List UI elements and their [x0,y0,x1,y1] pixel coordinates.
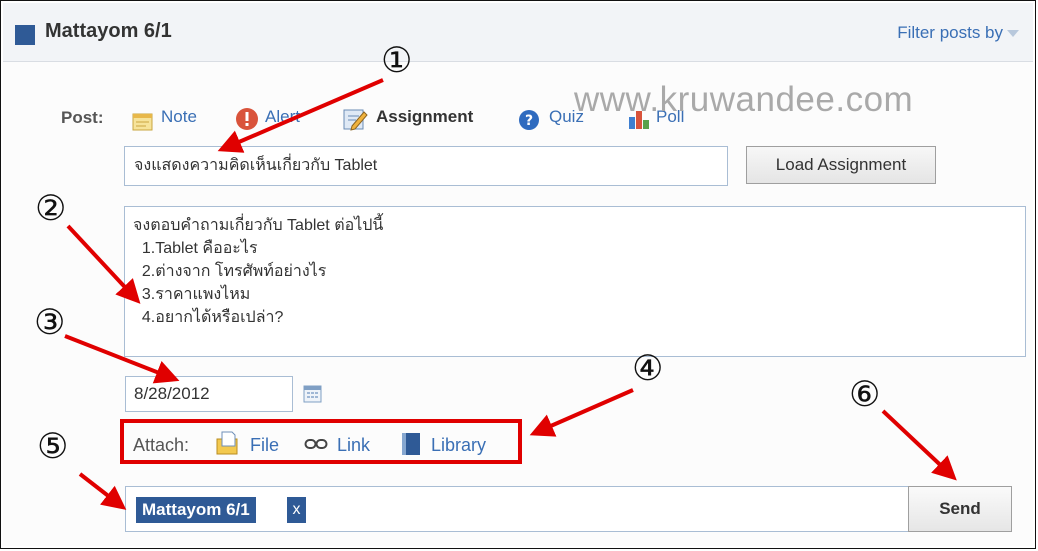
annotation-badge-2: ② [35,189,67,229]
annotation-arrow-3 [64,334,180,384]
annotation-badge-3: ③ [34,303,66,343]
annotation-badge-4: ④ [632,349,664,389]
annotation-arrow-2 [66,224,141,304]
annotation-arrow-1 [217,78,384,153]
annotation-arrow-4 [529,388,634,437]
annotation-badge-5: ⑤ [37,427,69,467]
annotation-arrow-6 [881,409,957,481]
annotation-arrow-5 [78,472,127,510]
annotation-arrows [64,78,957,510]
annotation-badge-1: ① [381,41,413,81]
annotation-badge-6: ⑥ [849,375,881,415]
